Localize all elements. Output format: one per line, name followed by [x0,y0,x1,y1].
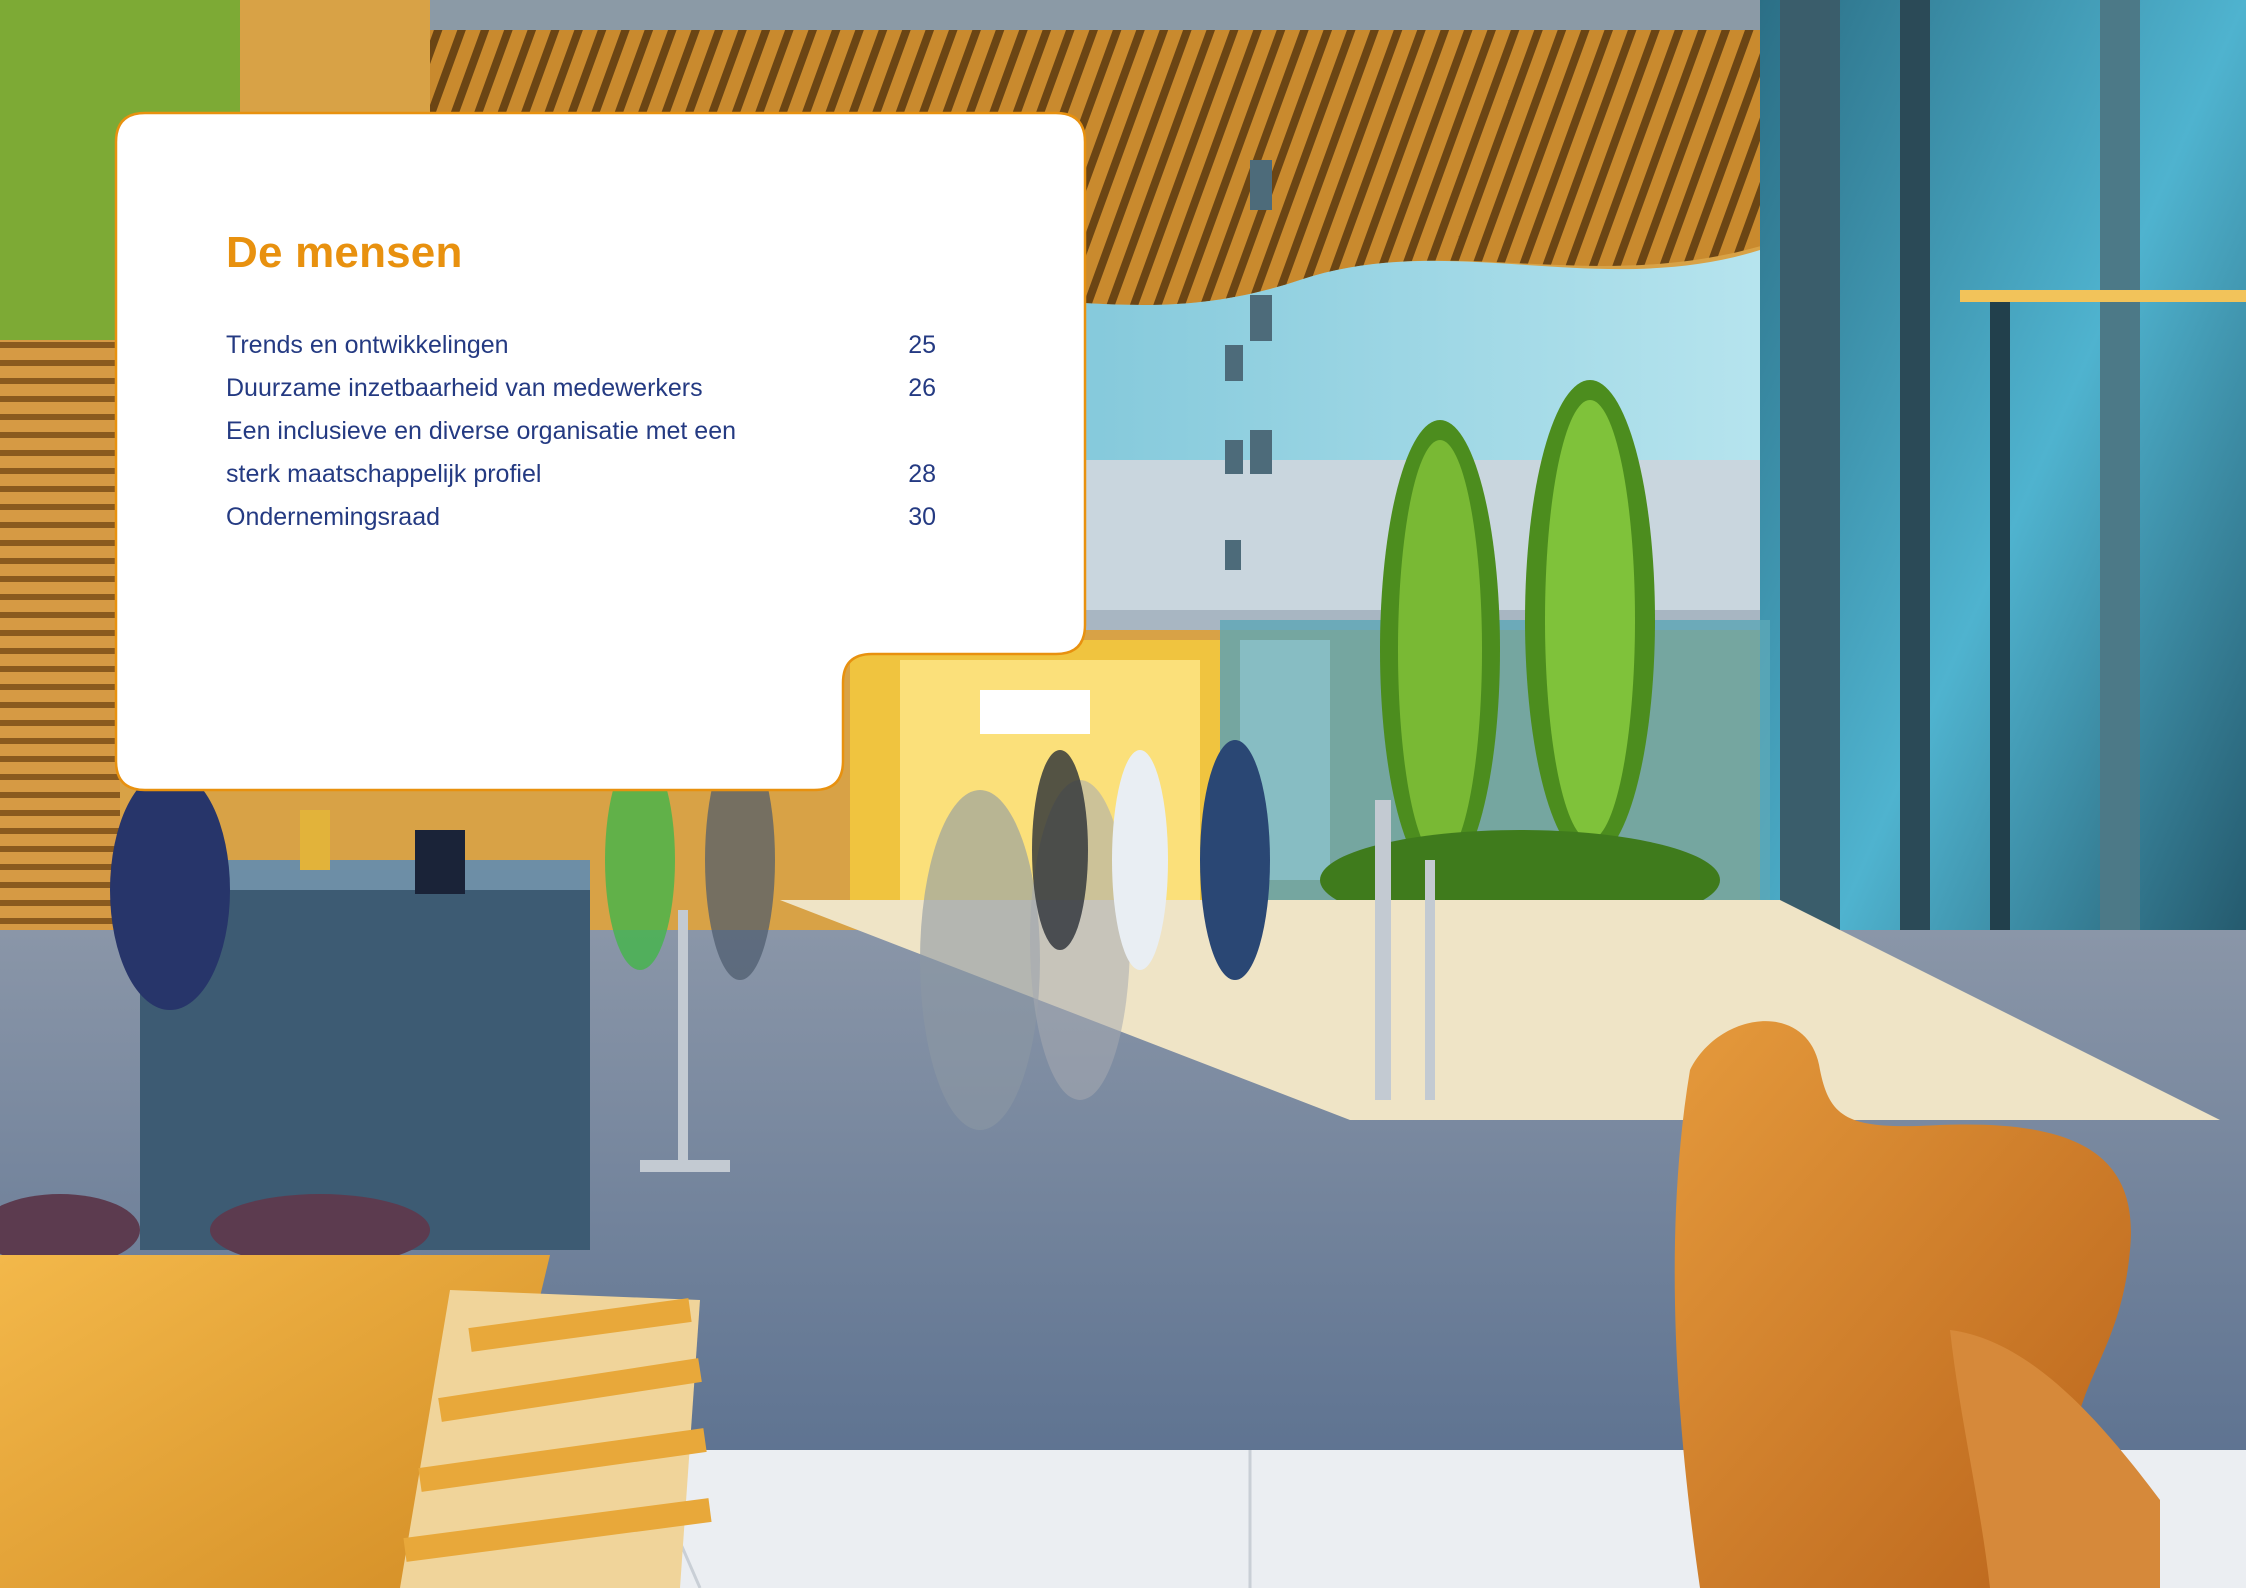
toc-entry[interactable]: Ondernemingsraad 30 [226,496,936,539]
toc-entry-page: 25 [908,331,936,359]
toc-entry-label: Duurzame inzetbaarheid van medewerkers [226,374,703,402]
toc-entry[interactable]: sterk maatschappelijk profiel 28 [226,453,936,496]
toc-list: Trends en ontwikkelingen 25 Duurzame inz… [226,324,936,539]
toc-entry-page: 28 [908,460,936,488]
toc-entry-label: sterk maatschappelijk profiel [226,460,542,488]
toc-entry-page: 30 [908,503,936,531]
toc-entry-page: 26 [908,374,936,402]
section-title: De mensen [226,228,463,277]
toc-entry-label: Ondernemingsraad [226,503,441,531]
toc-entry[interactable]: Trends en ontwikkelingen 25 [226,324,936,367]
toc-entry[interactable]: Duurzame inzetbaarheid van medewerkers 2… [226,367,936,410]
toc-entry-label: Een inclusieve en diverse organisatie me… [226,417,737,445]
toc-entry[interactable]: Een inclusieve en diverse organisatie me… [226,410,936,453]
toc-entry-label: Trends en ontwikkelingen [226,331,509,359]
table-of-contents: De mensen Trends en ontwikkelingen 25 Du… [226,228,936,539]
